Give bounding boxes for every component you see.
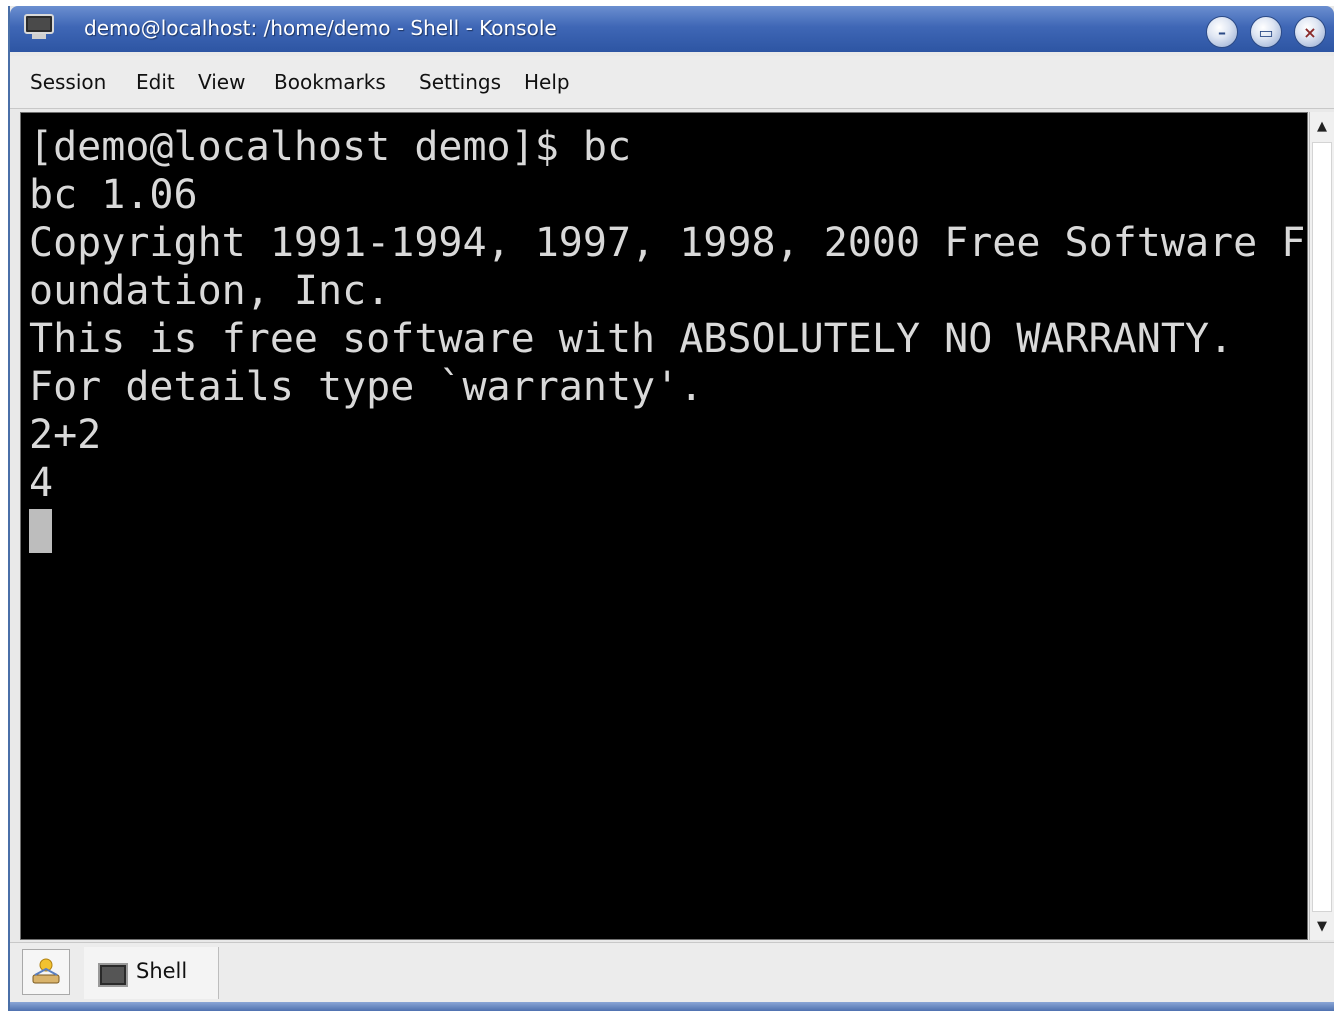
window-bottom-border <box>10 1002 1334 1011</box>
menu-session[interactable]: Session <box>30 70 106 94</box>
text-cursor <box>29 509 52 553</box>
terminal-prompt-line <box>29 507 1307 555</box>
title-bar[interactable]: demo@localhost: /home/demo - Shell - Kon… <box>10 6 1334 52</box>
terminal-tab-icon <box>98 963 128 987</box>
terminal-line: bc 1.06 <box>29 172 198 218</box>
terminal-line: Copyright 1991-1994, 1997, 1998, 2000 Fr… <box>29 220 1306 266</box>
close-button[interactable]: × <box>1294 16 1326 48</box>
terminal-line: 2+2 <box>29 412 102 458</box>
session-tab-bar: Shell <box>10 942 1334 1003</box>
window-title: demo@localhost: /home/demo - Shell - Kon… <box>84 16 557 40</box>
menu-bookmarks[interactable]: Bookmarks <box>274 70 386 94</box>
menu-help[interactable]: Help <box>524 70 570 94</box>
new-session-button[interactable] <box>22 949 70 995</box>
close-icon: × <box>1303 22 1317 42</box>
scrollbar-thumb[interactable] <box>1312 142 1332 912</box>
tab-shell[interactable]: Shell <box>84 947 219 999</box>
terminal-line: For details type `warranty'. <box>29 364 704 410</box>
tab-label: Shell <box>136 959 188 983</box>
new-session-icon <box>32 958 60 984</box>
vertical-scrollbar[interactable]: ▲ ▼ <box>1309 112 1334 940</box>
scroll-up-arrow-icon[interactable]: ▲ <box>1310 112 1334 140</box>
konsole-window: demo@localhost: /home/demo - Shell - Kon… <box>8 6 1334 1011</box>
menu-bar: Session Edit View Bookmarks Settings Hel… <box>10 56 1334 109</box>
maximize-icon: ▭ <box>1258 22 1274 42</box>
scroll-down-arrow-icon[interactable]: ▼ <box>1310 912 1334 940</box>
terminal-line: This is free software with ABSOLUTELY NO… <box>29 316 1234 362</box>
terminal-line: [demo@localhost demo]$ bc <box>29 124 632 170</box>
menu-settings[interactable]: Settings <box>419 70 501 94</box>
terminal-line: oundation, Inc. <box>29 268 391 314</box>
menu-view[interactable]: View <box>198 70 245 94</box>
terminal-output[interactable]: [demo@localhost demo]$ bc bc 1.06 Copyri… <box>20 112 1308 940</box>
minimize-button[interactable]: – <box>1206 16 1238 48</box>
terminal-line: 4 <box>29 460 54 506</box>
menu-edit[interactable]: Edit <box>136 70 175 94</box>
minimize-icon: – <box>1218 22 1226 42</box>
terminal-app-icon[interactable] <box>24 14 54 40</box>
maximize-button[interactable]: ▭ <box>1250 16 1282 48</box>
